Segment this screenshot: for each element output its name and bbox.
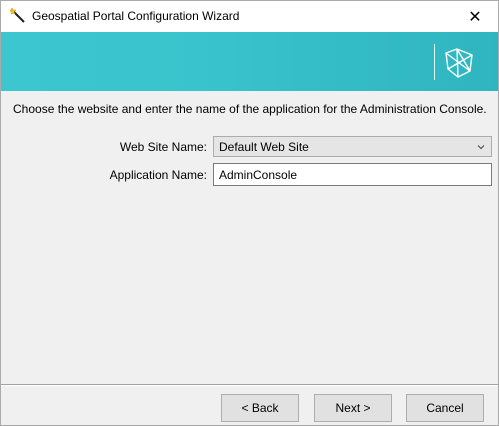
wizard-window: Geospatial Portal Configuration Wizard ✕… bbox=[0, 0, 499, 426]
header-banner bbox=[1, 32, 498, 91]
application-name-label: Application Name: bbox=[109, 168, 207, 182]
web-site-select[interactable]: Default Web Site bbox=[213, 136, 492, 157]
web-site-name-label: Web Site Name: bbox=[119, 140, 207, 154]
close-icon: ✕ bbox=[468, 7, 482, 26]
application-name-input[interactable] bbox=[213, 163, 492, 186]
hexagon-logo-icon bbox=[442, 47, 476, 79]
next-button[interactable]: Next > bbox=[314, 394, 392, 422]
window-title: Geospatial Portal Configuration Wizard bbox=[32, 9, 240, 23]
wizard-wand-icon bbox=[9, 7, 27, 25]
chevron-down-icon bbox=[477, 140, 485, 150]
logo-divider bbox=[434, 44, 435, 80]
cancel-button[interactable]: Cancel bbox=[406, 394, 484, 422]
title-bar: Geospatial Portal Configuration Wizard ✕ bbox=[1, 1, 498, 32]
web-site-select-value: Default Web Site bbox=[219, 140, 309, 154]
back-button[interactable]: < Back bbox=[221, 394, 299, 422]
instructions-text: Choose the website and enter the name of… bbox=[13, 102, 487, 116]
close-button[interactable]: ✕ bbox=[452, 1, 498, 32]
footer-divider-highlight bbox=[1, 385, 498, 386]
